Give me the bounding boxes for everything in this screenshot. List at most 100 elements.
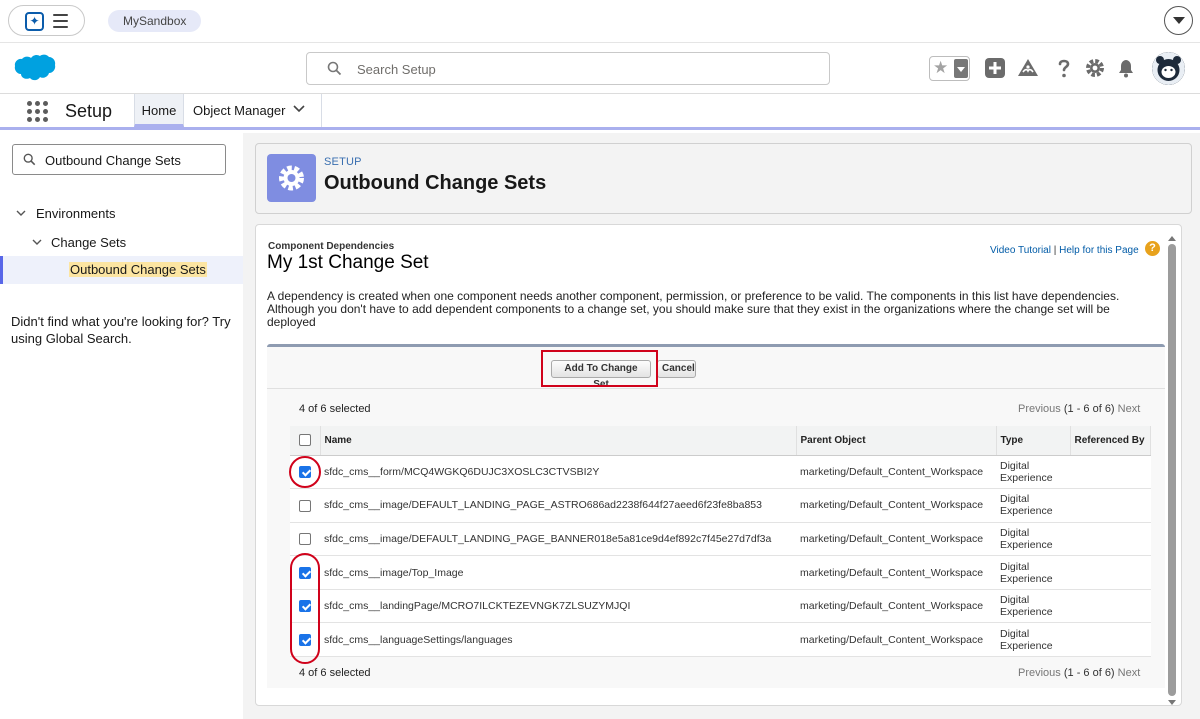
setup-search-input[interactable] bbox=[357, 59, 817, 79]
cell-referenced-by bbox=[1070, 589, 1151, 624]
chevron-down-icon[interactable] bbox=[1164, 6, 1193, 35]
page-kicker: SETUP bbox=[324, 156, 362, 168]
favorites-dropdown-icon[interactable] bbox=[954, 59, 968, 78]
chevron-down-icon[interactable] bbox=[32, 239, 42, 246]
select-all-checkbox[interactable] bbox=[298, 434, 311, 447]
tree-item-environments[interactable]: Environments bbox=[16, 206, 115, 221]
scroll-down-arrow-icon[interactable] bbox=[1168, 700, 1176, 705]
change-set-name: My 1st Change Set bbox=[267, 252, 429, 273]
pager-bottom: Previous (1 - 6 of 6) Next bbox=[1018, 667, 1140, 679]
cell-parent-object: marketing/Default_Content_Workspace bbox=[796, 488, 996, 523]
cell-parent-object: marketing/Default_Content_Workspace bbox=[796, 555, 996, 590]
browser-topbar: ✦ MySandbox bbox=[0, 0, 1200, 43]
row-checkbox-cell bbox=[290, 488, 320, 523]
pager-range: (1 - 6 of 6) bbox=[1063, 667, 1115, 679]
chevron-down-icon[interactable] bbox=[293, 105, 305, 113]
column-header-name[interactable]: Name bbox=[320, 426, 797, 456]
video-tutorial-link[interactable]: Video Tutorial bbox=[990, 245, 1051, 256]
highlight-annotation-oval bbox=[290, 553, 320, 664]
column-header-type[interactable]: Type bbox=[996, 426, 1071, 456]
cell-parent-object: marketing/Default_Content_Workspace bbox=[796, 455, 996, 490]
cell-referenced-by bbox=[1070, 622, 1151, 658]
section-label: Component Dependencies bbox=[268, 241, 395, 252]
context-bar: Setup Home Object Manager bbox=[0, 94, 1200, 130]
chevron-down-icon[interactable] bbox=[16, 210, 26, 217]
cell-name: sfdc_cms__landingPage/MCRO7ILCKTEZEVNGK7… bbox=[320, 589, 796, 624]
org-name-badge: MySandbox bbox=[108, 10, 202, 32]
scroll-up-arrow-icon[interactable] bbox=[1168, 236, 1176, 241]
cell-parent-object: marketing/Default_Content_Workspace bbox=[796, 589, 996, 624]
tree-item-change-sets[interactable]: Change Sets bbox=[32, 235, 126, 250]
trailhead-icon[interactable] bbox=[1016, 56, 1040, 80]
plus-icon[interactable] bbox=[983, 56, 1007, 80]
table-row: sfdc_cms__image/DEFAULT_LANDING_PAGE_BAN… bbox=[290, 522, 1151, 557]
table-row: sfdc_cms__form/MCQ4WGKQ6DUJC3XOSLC3CTVSB… bbox=[290, 455, 1151, 490]
cell-type: Digital Experience bbox=[996, 455, 1070, 490]
selected-count: 4 of 6 selected bbox=[299, 403, 371, 415]
app-launcher-icon[interactable] bbox=[27, 101, 49, 123]
table-row: sfdc_cms__image/Top_Image marketing/Defau… bbox=[290, 555, 1151, 590]
pager-previous: Previous bbox=[1018, 403, 1061, 415]
user-astro-icon bbox=[1152, 52, 1185, 85]
cell-type: Digital Experience bbox=[996, 522, 1070, 557]
table-row: sfdc_cms__image/DEFAULT_LANDING_PAGE_AST… bbox=[290, 488, 1151, 523]
tab-object-manager-label: Object Manager bbox=[193, 103, 286, 118]
cell-type: Digital Experience bbox=[996, 589, 1070, 624]
setup-sidebar: Environments Change Sets Outbound Change… bbox=[0, 133, 243, 719]
global-header: ★ bbox=[0, 44, 1200, 94]
tab-home[interactable]: Home bbox=[134, 94, 184, 127]
column-header-referenced-by[interactable]: Referenced By bbox=[1070, 426, 1151, 456]
cell-type: Digital Experience bbox=[996, 622, 1070, 658]
scrollbar-thumb[interactable] bbox=[1168, 244, 1176, 696]
content-scrollbar[interactable] bbox=[1166, 236, 1178, 706]
gear-icon[interactable] bbox=[1083, 56, 1107, 80]
tree-item-label: Environments bbox=[36, 206, 116, 221]
favorites-button[interactable]: ★ bbox=[929, 56, 970, 81]
pager-previous: Previous bbox=[1018, 667, 1061, 679]
cell-referenced-by bbox=[1070, 455, 1151, 490]
setup-search-box[interactable] bbox=[306, 52, 830, 85]
hamburger-menu-icon[interactable] bbox=[53, 14, 68, 28]
dependency-description: A dependency is created when one compone… bbox=[267, 289, 1120, 329]
setup-gear-icon bbox=[267, 154, 316, 202]
quick-find-input[interactable] bbox=[45, 150, 221, 170]
star-icon: ★ bbox=[933, 58, 949, 77]
row-checkbox-cell bbox=[290, 522, 320, 557]
button-row bbox=[267, 347, 1165, 389]
help-for-page-link[interactable]: Help for this Page bbox=[1059, 245, 1139, 256]
quick-find-box[interactable] bbox=[12, 144, 226, 175]
tab-object-manager[interactable]: Object Manager bbox=[185, 94, 322, 127]
table-header-row: Name Parent Object Type Referenced By bbox=[290, 426, 1151, 456]
highlight-annotation-circle bbox=[289, 456, 321, 488]
table-row: sfdc_cms__languageSettings/languages mark… bbox=[290, 622, 1151, 658]
notification-bell-icon[interactable] bbox=[1114, 56, 1138, 80]
search-icon bbox=[23, 153, 36, 166]
cell-name: sfdc_cms__languageSettings/languages bbox=[320, 622, 796, 658]
help-question-icon[interactable]: ? bbox=[1145, 241, 1160, 256]
global-search-hint: Didn't find what you're looking for? Try… bbox=[11, 314, 231, 346]
row-checkbox[interactable] bbox=[299, 499, 311, 512]
avatar[interactable] bbox=[1152, 52, 1185, 85]
cell-name: sfdc_cms__image/DEFAULT_LANDING_PAGE_BAN… bbox=[320, 522, 796, 557]
table-row: sfdc_cms__landingPage/MCRO7ILCKTEZEVNGK7… bbox=[290, 589, 1151, 624]
help-icon[interactable] bbox=[1052, 56, 1076, 80]
highlight-annotation-box bbox=[541, 350, 658, 387]
cell-parent-object: marketing/Default_Content_Workspace bbox=[796, 622, 996, 658]
app-launcher-pill[interactable]: ✦ bbox=[8, 5, 85, 36]
cell-referenced-by bbox=[1070, 522, 1151, 557]
tree-item-label: Outbound Change Sets bbox=[69, 262, 207, 277]
dependency-table: Name Parent Object Type Referenced By sf… bbox=[290, 426, 1151, 658]
tree-item-outbound-change-sets[interactable]: Outbound Change Sets bbox=[0, 256, 243, 284]
row-checkbox[interactable] bbox=[299, 533, 311, 546]
cell-type: Digital Experience bbox=[996, 555, 1070, 590]
salesforce-logo-icon[interactable] bbox=[14, 54, 56, 82]
cancel-button[interactable]: Cancel bbox=[657, 360, 696, 378]
cell-referenced-by bbox=[1070, 488, 1151, 523]
cell-parent-object: marketing/Default_Content_Workspace bbox=[796, 522, 996, 557]
agentforce-sparkle-icon[interactable]: ✦ bbox=[25, 12, 44, 31]
cell-name: sfdc_cms__image/Top_Image bbox=[320, 555, 796, 590]
cell-name: sfdc_cms__image/DEFAULT_LANDING_PAGE_AST… bbox=[320, 488, 796, 523]
column-header-parent-object[interactable]: Parent Object bbox=[796, 426, 997, 456]
selected-count-bottom: 4 of 6 selected bbox=[299, 667, 371, 679]
cell-referenced-by bbox=[1070, 555, 1151, 590]
